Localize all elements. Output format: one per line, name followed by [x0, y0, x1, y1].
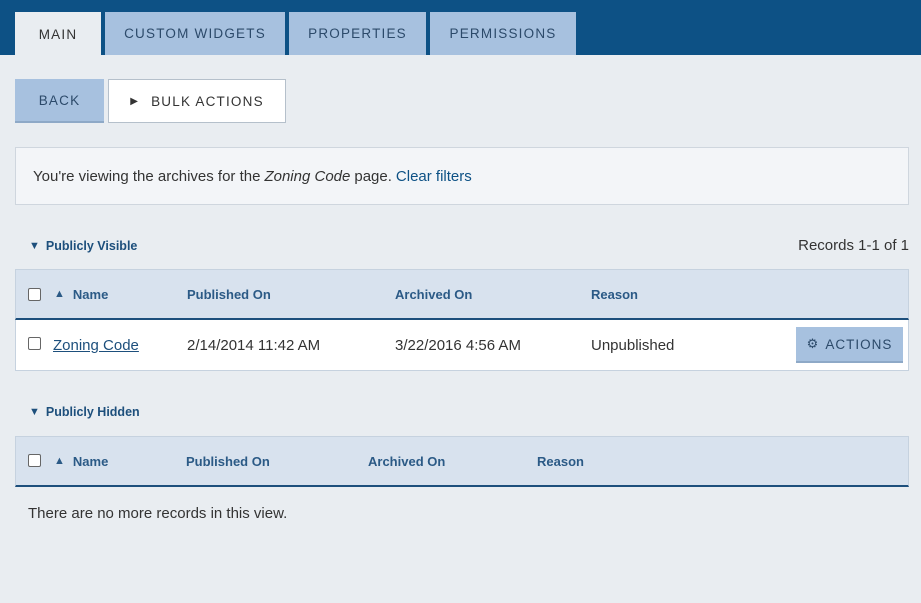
bulk-actions-button[interactable]: ▶ BULK ACTIONS	[108, 79, 286, 123]
row-name-cell: Zoning Code	[53, 320, 139, 370]
info-suffix: page.	[354, 167, 392, 185]
section-title-hidden: Publicly Hidden	[45, 405, 140, 419]
select-all-checkbox[interactable]	[28, 454, 41, 467]
select-all-checkbox[interactable]	[28, 288, 41, 301]
column-header-name[interactable]: ▲ Name	[54, 270, 108, 318]
caret-down-icon: ▼	[29, 406, 40, 418]
visible-table-header: ▲ Name Published On Archived On Reason	[15, 269, 909, 320]
column-header-archived-on[interactable]: Archived On	[368, 437, 445, 485]
bulk-actions-label: BULK ACTIONS	[151, 93, 264, 109]
gear-icon: ⚙	[806, 336, 820, 351]
column-header-name[interactable]: ▲ Name	[54, 437, 108, 485]
tab-permissions[interactable]: PERMISSIONS	[430, 12, 576, 55]
empty-state-message: There are no more records in this view.	[28, 505, 288, 522]
row-archived-on: 3/22/2016 4:56 AM	[395, 336, 521, 354]
tab-properties[interactable]: PROPERTIES	[289, 12, 426, 55]
info-page-name: Zoning Code	[264, 167, 351, 185]
section-toggle-publicly-hidden[interactable]: ▼ Publicly Hidden	[29, 405, 140, 419]
section-title-visible: Publicly Visible	[45, 239, 138, 253]
record-name-link[interactable]: Zoning Code	[53, 337, 139, 354]
records-count: Records 1-1 of 1	[798, 237, 909, 254]
row-checkbox[interactable]	[28, 337, 41, 350]
sort-asc-icon: ▲	[54, 455, 65, 467]
sort-asc-icon: ▲	[54, 288, 65, 300]
column-label-name: Name	[72, 286, 109, 302]
column-header-archived-on[interactable]: Archived On	[395, 270, 472, 318]
tab-custom-widgets[interactable]: CUSTOM WIDGETS	[105, 12, 285, 55]
row-reason: Unpublished	[591, 336, 675, 354]
column-header-reason[interactable]: Reason	[591, 270, 638, 318]
back-button[interactable]: BACK	[15, 79, 104, 123]
archive-info-banner: You're viewing the archives for the Zoni…	[15, 147, 909, 205]
play-triangle-icon: ▶	[130, 95, 140, 107]
column-label-name: Name	[72, 453, 109, 469]
column-header-published-on[interactable]: Published On	[187, 270, 271, 318]
column-header-published-on[interactable]: Published On	[186, 437, 270, 485]
row-actions-label: ACTIONS	[825, 336, 893, 352]
top-nav-bar: MAIN CUSTOM WIDGETS PROPERTIES PERMISSIO…	[0, 0, 921, 56]
hidden-table-header: ▲ Name Published On Archived On Reason	[15, 436, 909, 487]
info-prefix: You're viewing the archives for the	[33, 167, 261, 185]
table-row: Zoning Code 2/14/2014 11:42 AM 3/22/2016…	[15, 320, 909, 371]
column-header-reason[interactable]: Reason	[537, 437, 584, 485]
clear-filters-link[interactable]: Clear filters	[396, 168, 472, 185]
caret-down-icon: ▼	[29, 240, 40, 252]
row-actions-button[interactable]: ⚙ ACTIONS	[796, 327, 903, 363]
tab-main[interactable]: MAIN	[15, 12, 101, 56]
section-toggle-publicly-visible[interactable]: ▼ Publicly Visible	[29, 239, 137, 253]
row-published-on: 2/14/2014 11:42 AM	[187, 336, 321, 354]
